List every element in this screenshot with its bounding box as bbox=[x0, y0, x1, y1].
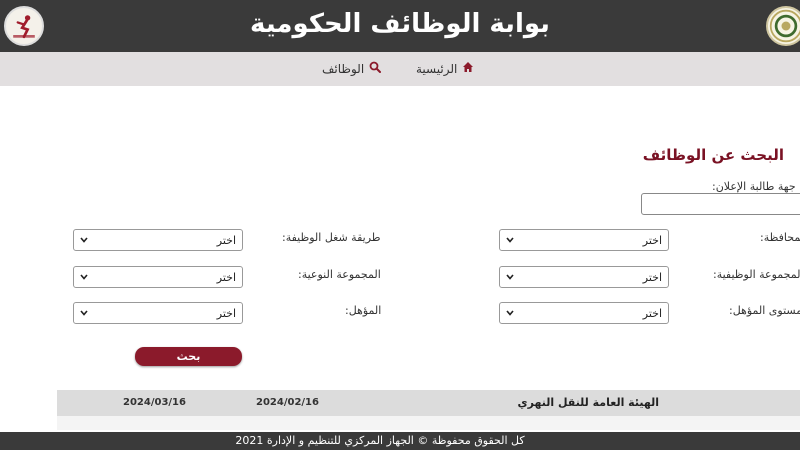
nav-jobs-label: الوظائف bbox=[322, 61, 365, 76]
job-group-select[interactable]: اختر bbox=[499, 266, 669, 288]
qualitative-group-label: المجموعة النوعية: bbox=[298, 268, 381, 281]
governorate-select[interactable]: اختر bbox=[499, 229, 669, 251]
chevron-down-icon bbox=[79, 270, 89, 284]
table-row-divider bbox=[57, 416, 800, 430]
governorate-select-value: اختر bbox=[642, 234, 662, 247]
nav-home-link[interactable]: الرئيسية bbox=[416, 61, 474, 76]
page-footer: كل الحقوق محفوظة © الجهاز المركزي للتنظي… bbox=[0, 432, 800, 450]
qualification-label: المؤهل: bbox=[345, 304, 382, 317]
job-group-select-value: اختر bbox=[642, 271, 662, 284]
result-start-date: 2024/02/16 bbox=[256, 397, 319, 408]
result-end-date: 2024/03/16 bbox=[123, 397, 186, 408]
government-seal-icon[interactable] bbox=[766, 6, 800, 46]
chevron-down-icon bbox=[505, 233, 515, 247]
employment-method-select[interactable]: اختر bbox=[73, 229, 243, 251]
qualitative-group-select[interactable]: اختر bbox=[73, 266, 243, 288]
qualification-select[interactable]: اختر bbox=[73, 302, 243, 324]
nav-jobs-link[interactable]: الوظائف bbox=[322, 61, 382, 76]
advertiser-input[interactable] bbox=[641, 193, 800, 215]
main-nav: الرئيسية الوظائف bbox=[0, 52, 800, 86]
footer-copyright: كل الحقوق محفوظة © الجهاز المركزي للتنظي… bbox=[235, 434, 525, 447]
qualification-level-label: مستوى المؤهل: bbox=[729, 304, 800, 317]
top-header: بوابة الوظائف الحكومية bbox=[0, 0, 800, 52]
qualitative-group-select-value: اختر bbox=[216, 271, 236, 284]
search-icon bbox=[369, 61, 382, 76]
employment-method-select-value: اختر bbox=[216, 234, 236, 247]
result-agency: الهيئة العامة للنقل النهري bbox=[517, 396, 659, 409]
page-title: بوابة الوظائف الحكومية bbox=[250, 9, 550, 39]
governorate-label: المحافظة: bbox=[760, 231, 800, 244]
chevron-down-icon bbox=[79, 233, 89, 247]
table-row[interactable]: الهيئة العامة للنقل النهري 2024/02/16 20… bbox=[57, 390, 800, 416]
search-section-title: البحث عن الوظائف bbox=[642, 146, 784, 164]
qualification-select-value: اختر bbox=[216, 307, 236, 320]
qualification-level-select-value: اختر bbox=[642, 307, 662, 320]
home-icon bbox=[462, 61, 474, 76]
job-group-label: المجموعة الوظيفية: bbox=[713, 268, 800, 281]
employment-method-label: طريقة شغل الوظيفة: bbox=[282, 231, 381, 244]
search-button[interactable]: بحث bbox=[135, 347, 242, 366]
advertiser-label: جهة طالبة الإعلان: bbox=[712, 180, 796, 193]
chevron-down-icon bbox=[505, 270, 515, 284]
chevron-down-icon bbox=[505, 306, 515, 320]
qualification-level-select[interactable]: اختر bbox=[499, 302, 669, 324]
nav-home-label: الرئيسية bbox=[416, 61, 458, 76]
chevron-down-icon bbox=[79, 306, 89, 320]
